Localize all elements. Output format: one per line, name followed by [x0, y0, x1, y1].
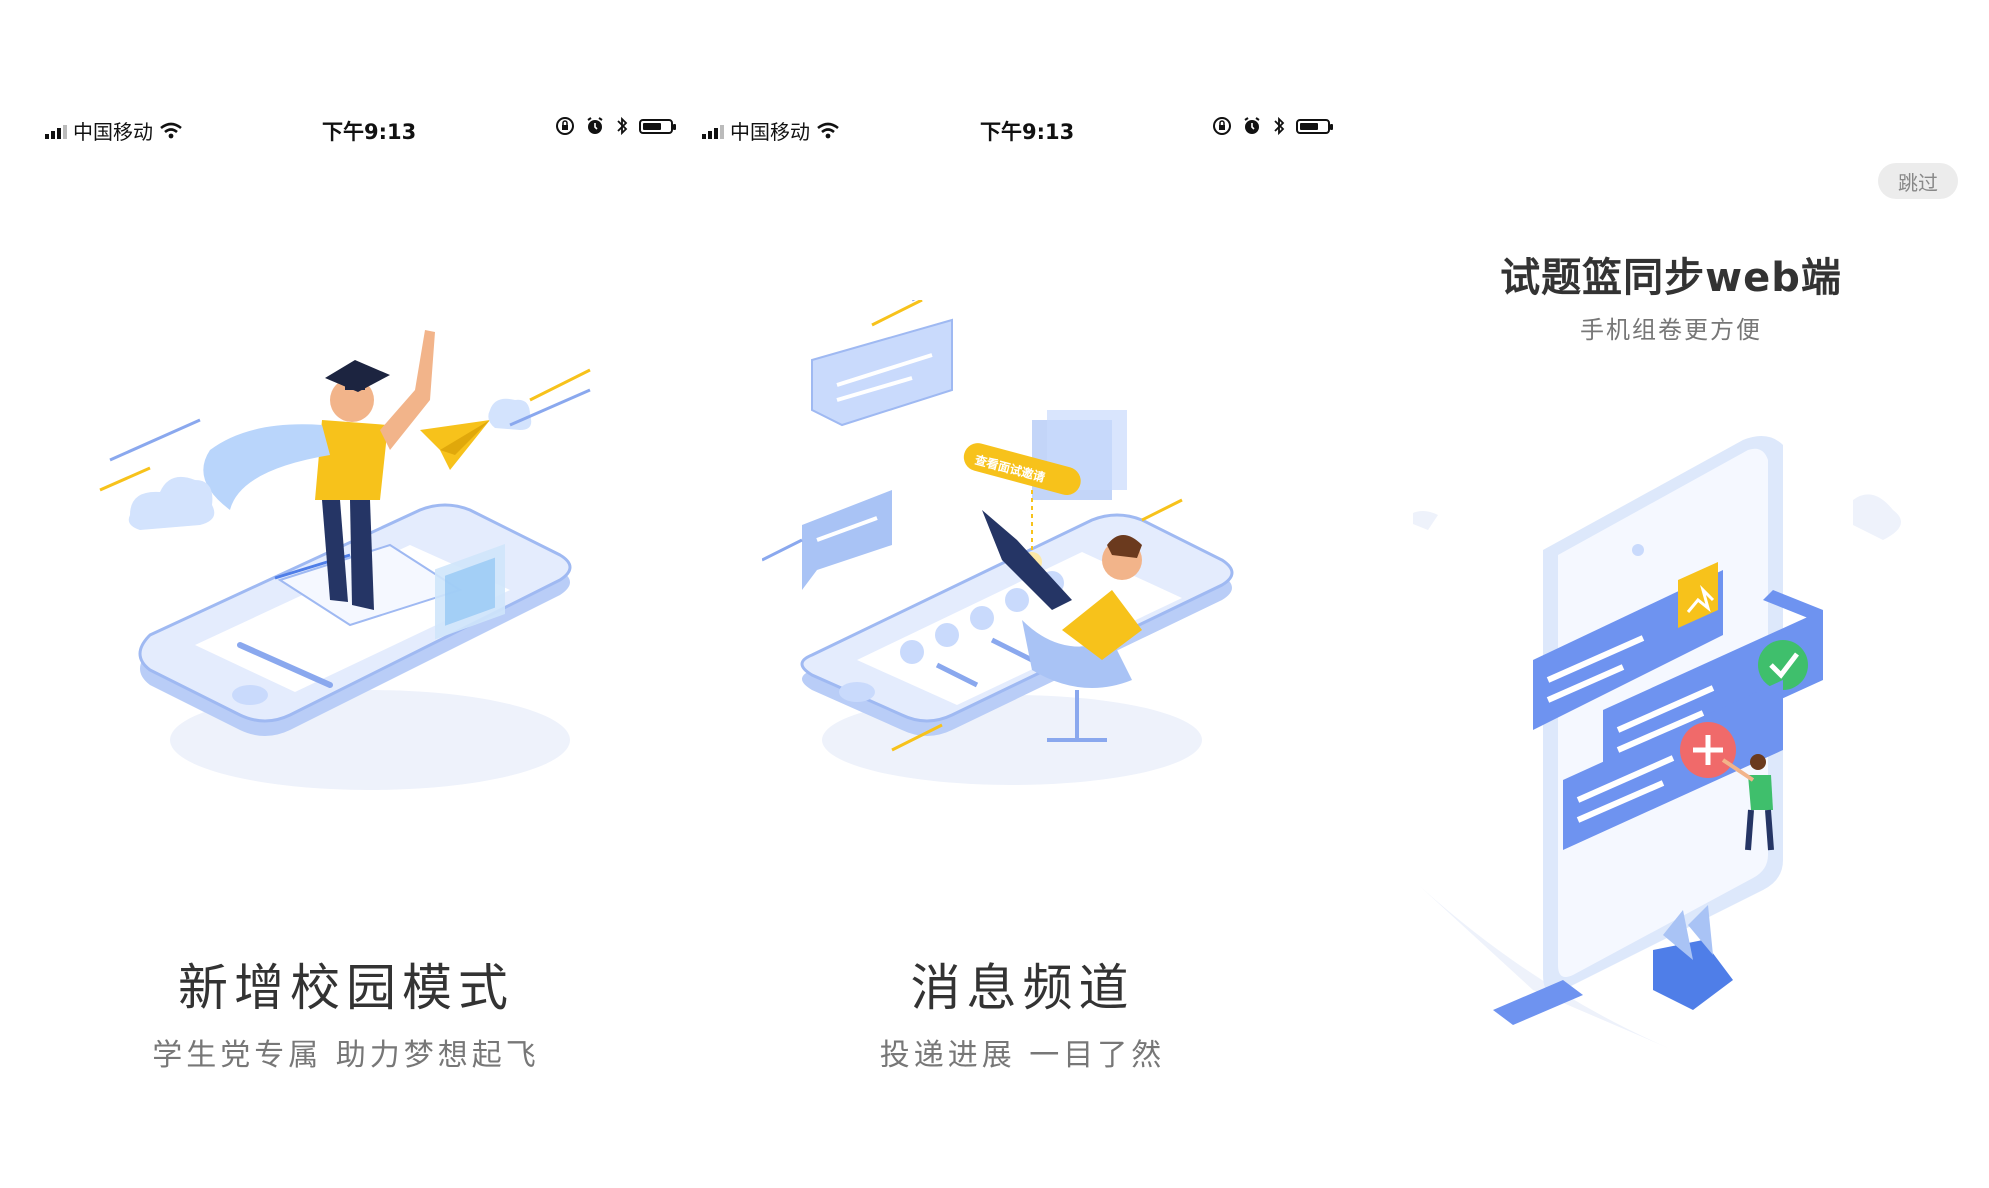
alarm-icon [1244, 117, 1260, 134]
bluetooth-icon [1274, 116, 1285, 136]
onboarding-slide-1: 中国移动 下午9:13 新增校园模式 学生党专属 助力梦想起飞 [0, 0, 692, 1188]
campus-mode-illustration [99, 330, 591, 790]
battery-icon [1296, 118, 1333, 134]
message-channel-illustration: 查看面试邀请 [762, 300, 1234, 785]
battery-icon [639, 118, 676, 134]
lock-rotation-icon [556, 117, 574, 135]
slide-subtitle: 投递进展 一目了然 [879, 1038, 1166, 1073]
status-time: 下午9:13 [322, 120, 417, 144]
slide-subtitle: 学生党专属 助力梦想起飞 [152, 1038, 540, 1073]
slide-title: 试题篮同步web端 [1500, 255, 1842, 301]
onboarding-slide-2: 中国移动 下午9:13 查看面试邀请 消息频道 投递进展 一目了然 [692, 0, 1353, 1188]
carrier-label: 中国移动 [730, 120, 810, 144]
signal-icon [45, 123, 67, 139]
carrier-label: 中国移动 [73, 120, 153, 144]
status-bar: 中国移动 下午9:13 [692, 112, 1353, 146]
slide-title: 消息频道 [910, 959, 1135, 1017]
wifi-icon [160, 122, 182, 138]
signal-icon [702, 123, 724, 139]
status-bar: 中国移动 下午9:13 [0, 112, 692, 146]
question-basket-illustration [1413, 436, 1901, 1050]
skip-button[interactable]: 跳过 [1878, 163, 1958, 199]
status-time: 下午9:13 [980, 120, 1075, 144]
alarm-icon [587, 117, 603, 134]
slide-subtitle: 手机组卷更方便 [1580, 316, 1762, 344]
bluetooth-icon [617, 116, 628, 136]
wifi-icon [817, 122, 839, 138]
lock-rotation-icon [1213, 117, 1231, 135]
slide-title: 新增校园模式 [178, 959, 514, 1017]
